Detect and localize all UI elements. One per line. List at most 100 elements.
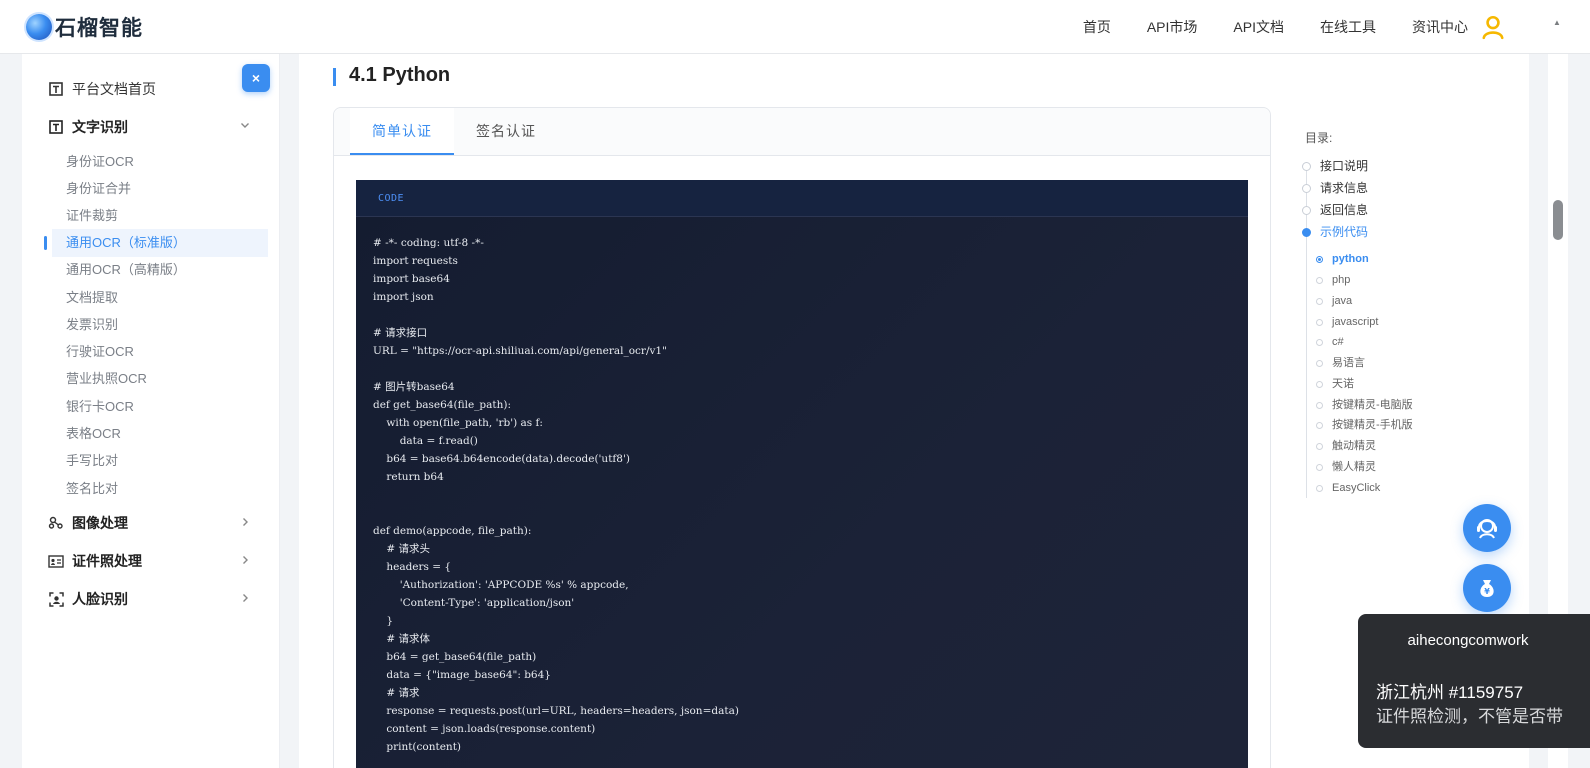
nav-api-docs[interactable]: API文档 xyxy=(1233,17,1284,37)
notification-toast[interactable]: aihecongcomwork 浙江杭州 #1159757 证件照检测，不管是否… xyxy=(1358,614,1590,748)
code-line: URL = "https://ocr-api.shiliuai.com/api/… xyxy=(373,345,667,357)
chevron-right-icon[interactable] xyxy=(240,554,250,568)
toast-location: 浙江杭州 #1159757 xyxy=(1376,683,1524,702)
toc-dot-active xyxy=(1302,228,1311,237)
text-doc-icon xyxy=(48,81,64,97)
toc-title: 目录: xyxy=(1305,131,1333,145)
code-line: with open(file_path, 'rb') as f: xyxy=(373,417,543,429)
toc-sub-item-c-[interactable]: c# xyxy=(1332,335,1344,349)
sidebar-item-doc-home[interactable]: 平台文档首页 xyxy=(48,77,156,101)
code-line: import base64 xyxy=(373,273,450,285)
sidebar-sub-item[interactable]: 手写比对 xyxy=(66,451,118,471)
toc-item-sample-code[interactable]: 示例代码 xyxy=(1320,224,1368,240)
brand-logo[interactable]: 石榴智能 xyxy=(26,12,143,42)
code-line: # 请求接口 xyxy=(373,327,428,339)
toc-sub-dot xyxy=(1316,443,1323,450)
toc-sub-item-javascript[interactable]: javascript xyxy=(1332,315,1378,329)
toc-sub-dot xyxy=(1316,339,1323,346)
sidebar-item-text-ocr[interactable]: 文字识别 xyxy=(48,115,128,139)
toc-sub-item--[interactable]: 天诺 xyxy=(1332,377,1354,391)
toc-item-api-description[interactable]: 接口说明 xyxy=(1320,158,1368,174)
toc-sub-item--[interactable]: 懒人精灵 xyxy=(1332,460,1376,474)
toc-sub-dot xyxy=(1316,360,1323,367)
code-line: # -*- coding: utf-8 -*- xyxy=(373,237,484,249)
toc-sub-dot xyxy=(1316,464,1323,471)
sidebar-item-label: 文字识别 xyxy=(72,119,128,135)
code-line: # 请求 xyxy=(373,687,420,699)
code-language-label: CODE xyxy=(356,180,1248,217)
sidebar-sub-item[interactable]: 证件裁剪 xyxy=(66,206,118,226)
sidebar-sub-item[interactable]: 银行卡OCR xyxy=(66,397,134,417)
code-line: # 请求体 xyxy=(373,633,430,645)
toc-item-request-info[interactable]: 请求信息 xyxy=(1320,180,1368,196)
brand-name: 石榴智能 xyxy=(55,17,143,40)
toc-sub-item-python[interactable]: python xyxy=(1332,252,1369,266)
sidebar-item-label: 人脸识别 xyxy=(72,591,128,607)
sidebar-sub-item[interactable]: 表格OCR xyxy=(66,424,121,444)
nav-home[interactable]: 首页 xyxy=(1083,17,1111,37)
sidebar-sub-item[interactable]: 通用OCR（高精版） xyxy=(66,260,186,280)
toc-sub-dot xyxy=(1316,319,1323,326)
doc-sidebar: × 平台文档首页 文字识别 身份证OCR 身份证合并 证件裁剪 通用OCR（标准… xyxy=(22,54,280,768)
active-item-indicator xyxy=(44,236,47,250)
sidebar-sub-item[interactable]: 文档提取 xyxy=(66,288,118,308)
scroll-up-arrow-icon[interactable]: ▲ xyxy=(1553,18,1561,27)
toc-sub-item-easyclick[interactable]: EasyClick xyxy=(1332,481,1380,495)
code-line: content = json.loads(response.content) xyxy=(373,723,596,735)
sidebar-item-image-processing[interactable]: 图像处理 xyxy=(48,511,128,535)
section-title: 4.1 Python xyxy=(349,64,451,86)
sidebar-item-label: 图像处理 xyxy=(72,515,128,531)
chevron-right-icon[interactable] xyxy=(240,516,250,530)
toc-sub-item--[interactable]: 触动精灵 xyxy=(1332,439,1376,453)
toc-sub-item-php[interactable]: php xyxy=(1332,273,1350,287)
sidebar-sub-item[interactable]: 身份证OCR xyxy=(66,152,134,172)
toc-sub-dot xyxy=(1316,422,1323,429)
toc-sub-item--[interactable]: 按键精灵-手机版 xyxy=(1332,418,1413,432)
close-sidebar-button[interactable]: × xyxy=(242,64,270,92)
sidebar-sub-item[interactable]: 身份证合并 xyxy=(66,179,131,199)
code-line: data = f.read() xyxy=(373,435,478,447)
toc-sub-item--[interactable]: 易语言 xyxy=(1332,356,1365,370)
code-line: def demo(appcode, file_path): xyxy=(373,525,532,537)
id-card-icon xyxy=(48,553,64,569)
code-line: headers = { xyxy=(373,561,452,573)
scrollbar-thumb[interactable] xyxy=(1553,200,1563,240)
toc-sub-dot xyxy=(1316,277,1323,284)
auth-tabs: 简单认证 签名认证 xyxy=(334,108,1270,156)
code-line: return b64 xyxy=(373,471,444,483)
customer-service-button[interactable] xyxy=(1463,504,1511,552)
tab-simple-auth[interactable]: 简单认证 xyxy=(350,108,454,155)
text-ocr-icon xyxy=(48,119,64,135)
sidebar-sub-item-active[interactable]: 通用OCR（标准版） xyxy=(66,233,186,253)
nav-api-market[interactable]: API市场 xyxy=(1147,17,1198,37)
nav-news[interactable]: 资讯中心 xyxy=(1412,17,1468,37)
toc-sub-item--[interactable]: 按键精灵-电脑版 xyxy=(1332,398,1413,412)
code-block[interactable]: CODE # -*- coding: utf-8 -*- import reque… xyxy=(356,180,1248,768)
toc-dot xyxy=(1302,184,1311,193)
main-nav: 首页 API市场 API文档 在线工具 资讯中心 xyxy=(1047,0,1468,54)
toc-item-response-info[interactable]: 返回信息 xyxy=(1320,202,1368,218)
tab-signature-auth[interactable]: 签名认证 xyxy=(454,108,558,155)
code-line: b64 = base64.b64encode(data).decode('utf… xyxy=(373,453,630,465)
toc-sub-dot xyxy=(1316,256,1323,263)
pricing-button[interactable]: ¥ xyxy=(1463,564,1511,612)
nav-online-tools[interactable]: 在线工具 xyxy=(1320,17,1376,37)
sidebar-sub-item[interactable]: 发票识别 xyxy=(66,315,118,335)
sidebar-sub-item[interactable]: 签名比对 xyxy=(66,479,118,499)
sidebar-sub-item[interactable]: 营业执照OCR xyxy=(66,369,147,389)
chevron-down-icon[interactable] xyxy=(240,119,250,133)
user-icon[interactable] xyxy=(1480,14,1506,40)
toc-dot xyxy=(1302,206,1311,215)
chevron-right-icon[interactable] xyxy=(240,592,250,606)
code-line: import json xyxy=(373,291,434,303)
sidebar-sub-item[interactable]: 行驶证OCR xyxy=(66,342,134,362)
toc-sub-item-java[interactable]: java xyxy=(1332,294,1352,308)
toc-track xyxy=(1306,166,1307,498)
headset-icon xyxy=(1477,519,1497,539)
code-line: def get_base64(file_path): xyxy=(373,399,512,411)
sidebar-item-id-photo[interactable]: 证件照处理 xyxy=(48,549,142,573)
sidebar-item-face-recognition[interactable]: 人脸识别 xyxy=(48,587,128,611)
